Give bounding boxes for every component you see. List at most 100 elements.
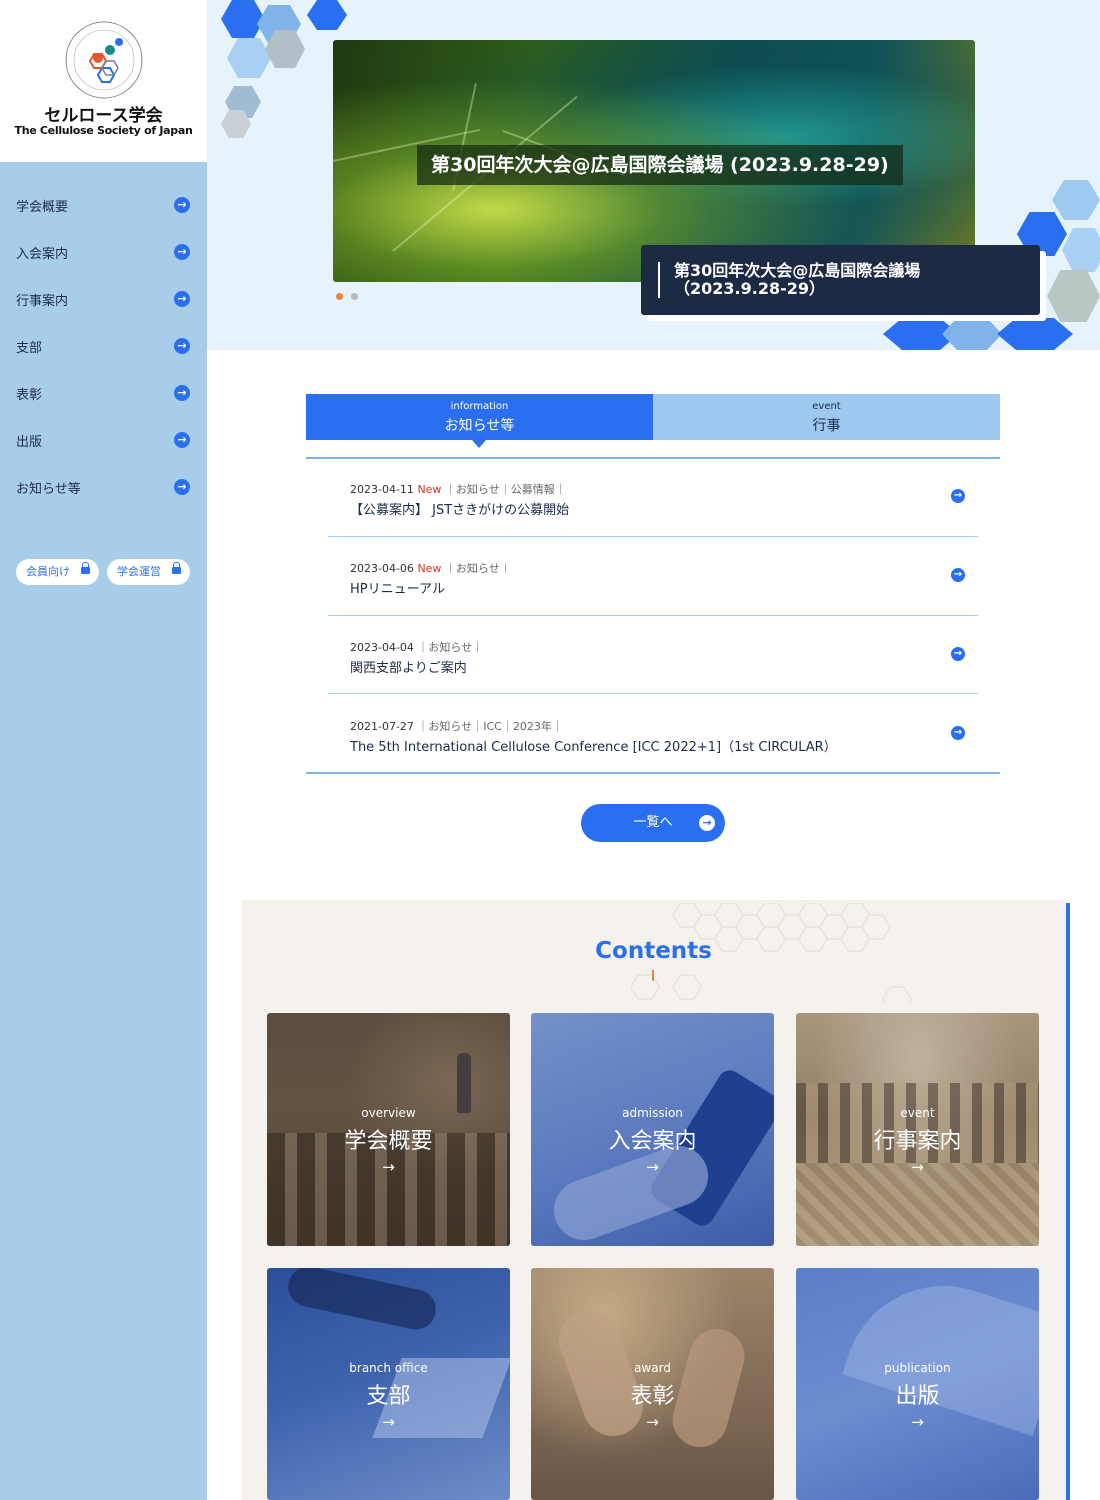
lock-icon [81,562,90,574]
card-label-en: overview [361,1106,416,1120]
tab-information-jp: お知らせ等 [444,418,515,434]
arrow-right-icon: → [382,1158,395,1176]
caption-accent-bar [658,262,660,298]
arrow-right-circle-icon: → [174,479,190,495]
hexagon-decoration [227,38,271,78]
news-item[interactable]: 2023-04-06 New ｜お知らせ｜ HPリニューアル → [328,538,978,616]
site-logo[interactable]: セルロース学会 The Cellulose Society of Japan [0,0,207,162]
sidebar-item-news[interactable]: お知らせ等 → [0,470,207,502]
card-label-jp: 出版 [895,1384,940,1409]
sidebar-item-label: お知らせ等 [16,482,81,497]
card-label-jp: 学会概要 [344,1129,433,1154]
hexagon-decoration [1062,228,1100,272]
card-label-en: award [634,1361,671,1375]
news-new-badge: New [417,483,442,496]
arrow-right-circle-icon: → [951,568,965,582]
tab-event-jp: 行事 [812,418,841,434]
arrow-right-circle-icon: → [951,489,965,503]
society-seal-icon [65,21,143,99]
tab-information-en: information [450,401,509,412]
news-meta: 2021-07-27 ｜お知らせ｜ICC｜2023年｜ [350,718,563,734]
news-title: 【公募案内】 JSTさきがけの公募開始 [350,503,570,518]
news-categories: ｜お知らせ｜公募情報｜ [444,483,566,496]
contents-title: Contents [595,938,712,964]
news-date: 2023-04-11 [350,483,414,496]
contents-accent-edge [1066,903,1070,1500]
view-all-label: 一覧へ [633,815,673,830]
hexagon-decoration [307,0,347,30]
hexagon-decoration [942,318,1002,350]
content-card-publication[interactable]: publication 出版 → [796,1268,1039,1500]
news-meta: 2023-04-04 ｜お知らせ｜ [350,639,483,655]
carousel-dot[interactable] [351,293,358,300]
hexagon-decoration [997,318,1073,350]
card-label-jp: 支部 [366,1384,411,1409]
news-item[interactable]: 2023-04-11 New ｜お知らせ｜公募情報｜ 【公募案内】 JSTさきが… [328,459,978,537]
card-label-en: admission [622,1106,683,1120]
news-item[interactable]: 2021-07-27 ｜お知らせ｜ICC｜2023年｜ The 5th Inte… [328,696,978,774]
news-title: 関西支部よりご案内 [350,661,467,676]
content-card-event[interactable]: event 行事案内 → [796,1013,1039,1246]
arrow-right-circle-icon: → [951,647,965,661]
arrow-right-icon: → [382,1413,395,1431]
arrow-right-circle-icon: → [174,338,190,354]
content-card-branch[interactable]: branch office 支部 → [267,1268,510,1500]
arrow-right-circle-icon: → [174,244,190,260]
hexagon-decoration [221,0,265,38]
tab-information[interactable]: information お知らせ等 [306,394,653,448]
arrow-right-circle-icon: → [174,432,190,448]
sidebar-item-events[interactable]: 行事案内 → [0,282,207,314]
sidebar-item-label: 入会案内 [16,247,69,262]
news-meta: 2023-04-11 New ｜お知らせ｜公募情報｜ [350,481,566,497]
card-label-jp: 入会案内 [608,1129,697,1154]
arrow-right-icon: → [911,1158,924,1176]
sidebar-item-label: 出版 [16,435,43,450]
brand-name-jp: セルロース学会 [44,106,163,126]
hexagon-decoration [1047,270,1100,322]
arrow-right-circle-icon: → [951,726,965,740]
members-link-button[interactable]: 会員向け [16,559,99,585]
sidebar-item-award[interactable]: 表彰 → [0,376,207,408]
arrow-right-icon: → [911,1413,924,1431]
arrow-right-icon: → [646,1413,659,1431]
sidebar-item-overview[interactable]: 学会概要 → [0,188,207,220]
content-card-admission[interactable]: admission 入会案内 → [531,1013,774,1246]
arrow-right-circle-icon: → [174,291,190,307]
news-item[interactable]: 2023-04-04 ｜お知らせ｜ 関西支部よりご案内 → [328,617,978,695]
news-date: 2021-07-27 [350,720,414,733]
sidebar: セルロース学会 The Cellulose Society of Japan 学… [0,0,207,1500]
news-divider [328,693,978,694]
news-divider [328,536,978,537]
management-link-label: 学会運営 [117,565,161,578]
contents-title-accent [652,970,654,981]
lock-icon [172,562,181,574]
arrow-right-icon: → [646,1158,659,1176]
tab-event-en: event [812,401,841,412]
tab-event[interactable]: event 行事 [653,394,1000,440]
news-meta: 2023-04-06 New ｜お知らせ｜ [350,560,511,576]
arrow-right-circle-icon: → [174,197,190,213]
sidebar-item-branch[interactable]: 支部 → [0,329,207,361]
sidebar-item-admission[interactable]: 入会案内 → [0,235,207,267]
hero-caption-box[interactable]: 第30回年次大会@広島国際会議場 （2023.9.28-29） [641,245,1040,315]
brand-name-en: The Cellulose Society of Japan [14,124,193,137]
card-label-jp: 行事案内 [873,1129,962,1154]
content-card-overview[interactable]: overview 学会概要 → [267,1013,510,1246]
content-card-award[interactable]: award 表彰 → [531,1268,774,1500]
sidebar-item-publication[interactable]: 出版 → [0,423,207,455]
news-categories: ｜お知らせ｜ [444,562,511,575]
view-all-button[interactable]: 一覧へ → [581,804,725,842]
hexagon-decoration [1052,180,1100,220]
news-title: HPリニューアル [350,582,445,597]
hero-caption-line1: 第30回年次大会@広島国際会議場 [674,261,921,280]
news-date: 2023-04-04 [350,641,414,654]
sidebar-item-label: 支部 [16,341,43,356]
news-categories: ｜お知らせ｜ICC｜2023年｜ [417,720,563,733]
card-label-en: event [900,1106,935,1120]
management-link-button[interactable]: 学会運営 [107,559,190,585]
carousel-dot-active[interactable] [336,293,343,300]
news-title: The 5th International Cellulose Conferen… [350,740,837,755]
news-divider [328,615,978,616]
sidebar-item-label: 表彰 [16,388,43,403]
news-date: 2023-04-06 [350,562,414,575]
